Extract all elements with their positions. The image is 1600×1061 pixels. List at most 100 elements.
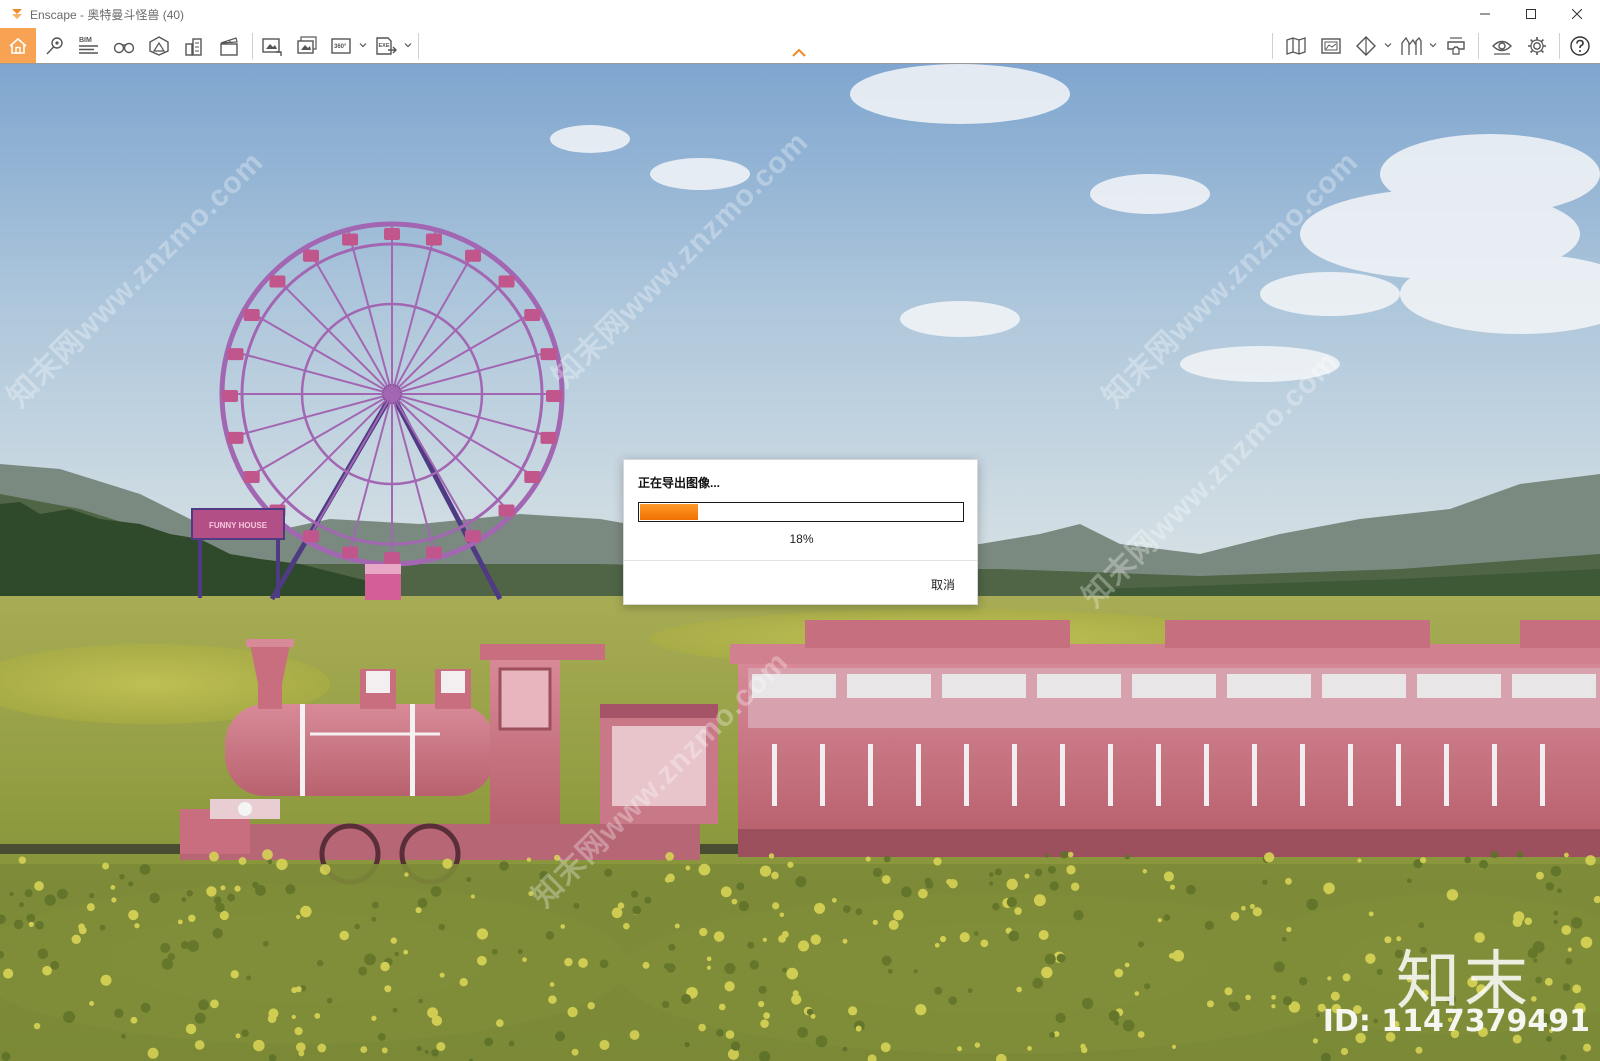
sketch-button[interactable] bbox=[1397, 32, 1425, 60]
flower-bloom bbox=[549, 982, 555, 987]
flower-bloom bbox=[1024, 873, 1030, 879]
screenshot-button[interactable] bbox=[258, 32, 286, 60]
flower-bloom bbox=[685, 865, 691, 871]
flower-bloom bbox=[415, 907, 422, 914]
flower-bloom bbox=[848, 1006, 858, 1016]
flower-bloom bbox=[644, 896, 652, 904]
flower-bloom bbox=[1306, 898, 1318, 911]
flower-bloom bbox=[360, 1046, 368, 1054]
flower-bloom bbox=[994, 868, 1003, 876]
flower-bloom bbox=[1273, 961, 1285, 973]
flower-bloom bbox=[883, 855, 891, 863]
flower-bloom bbox=[246, 975, 252, 981]
car-post bbox=[1108, 744, 1113, 806]
car-post bbox=[1444, 744, 1449, 806]
flower-bloom bbox=[1564, 852, 1569, 858]
settings-gear-icon bbox=[1528, 37, 1546, 55]
car-awning bbox=[1512, 674, 1596, 698]
flower-bloom bbox=[842, 938, 848, 944]
flower-bloom bbox=[466, 877, 472, 883]
flower-bloom bbox=[974, 1042, 981, 1048]
flower-bloom bbox=[1262, 879, 1268, 885]
ferris-wheel-gondola bbox=[546, 390, 562, 402]
flower-bloom bbox=[160, 942, 171, 953]
ferris-wheel-gondola bbox=[465, 249, 481, 262]
toolbar-separator bbox=[1559, 33, 1560, 59]
view-mode-button[interactable] bbox=[1352, 32, 1380, 60]
panorama-dropdown-icon[interactable] bbox=[359, 41, 367, 49]
flower-bloom bbox=[1282, 996, 1293, 1006]
flower-bloom bbox=[1034, 868, 1043, 877]
flower-bloom bbox=[470, 894, 475, 899]
flower-bloom bbox=[842, 905, 851, 914]
map-button[interactable] bbox=[1282, 32, 1310, 60]
maximize-icon bbox=[1526, 9, 1536, 19]
flower-bloom bbox=[185, 1023, 197, 1035]
location-button[interactable] bbox=[41, 32, 69, 60]
flower-bloom bbox=[795, 876, 807, 888]
flower-bloom bbox=[665, 852, 674, 861]
screenshot-icon bbox=[262, 38, 282, 56]
flower-bloom bbox=[567, 1006, 578, 1018]
batch-render-button[interactable] bbox=[293, 32, 321, 60]
flower-bloom bbox=[139, 864, 151, 875]
flower-bloom bbox=[403, 949, 409, 955]
flower-bloom bbox=[1312, 1038, 1319, 1044]
bim-button[interactable]: BIM bbox=[75, 32, 103, 60]
home-button[interactable] bbox=[0, 28, 36, 63]
flower-bloom bbox=[1241, 905, 1246, 911]
flower-bloom bbox=[3, 968, 14, 979]
flower-bloom bbox=[1580, 936, 1593, 949]
flower-bloom bbox=[699, 927, 708, 937]
video-editor-icon bbox=[220, 37, 238, 56]
flower-bloom bbox=[254, 884, 266, 896]
video-editor-button[interactable] bbox=[215, 32, 243, 60]
flower-bloom bbox=[1340, 1047, 1349, 1056]
flower-bloom bbox=[1562, 983, 1571, 991]
maximize-button[interactable] bbox=[1508, 0, 1554, 28]
flower-bloom bbox=[180, 941, 190, 950]
flower-bloom bbox=[872, 919, 878, 926]
flower-bloom bbox=[1044, 953, 1056, 965]
flower-bloom bbox=[1512, 917, 1523, 928]
flower-bloom bbox=[102, 862, 110, 870]
vr-headset-button[interactable] bbox=[1442, 32, 1470, 60]
sketch-dropdown-icon[interactable] bbox=[1429, 41, 1437, 49]
minimize-button[interactable] bbox=[1462, 0, 1508, 28]
flower-bloom bbox=[1171, 1044, 1177, 1049]
close-button[interactable] bbox=[1554, 0, 1600, 28]
flower-bloom bbox=[295, 986, 302, 993]
collapse-toolbar-icon[interactable] bbox=[792, 48, 806, 58]
flower-bloom bbox=[114, 1008, 124, 1018]
flower-bloom bbox=[208, 851, 219, 862]
car-post bbox=[916, 744, 921, 806]
asset-library-button[interactable] bbox=[145, 32, 173, 60]
flower-bloom bbox=[1357, 858, 1362, 863]
binoculars-button[interactable] bbox=[110, 32, 138, 60]
flower-bloom bbox=[1556, 888, 1562, 894]
visual-settings-button[interactable] bbox=[1488, 32, 1516, 60]
panorama-button[interactable]: 360° bbox=[328, 32, 356, 60]
flower-bloom bbox=[194, 1012, 206, 1024]
flower-bloom bbox=[78, 923, 85, 931]
flower-bloom bbox=[181, 897, 187, 903]
flower-bloom bbox=[1545, 882, 1555, 891]
export-exe-icon: EXE bbox=[376, 37, 397, 55]
cancel-button[interactable]: 取消 bbox=[931, 576, 955, 593]
export-exe-button[interactable]: EXE bbox=[372, 32, 400, 60]
flower-bloom bbox=[1006, 897, 1017, 908]
flower-bloom bbox=[381, 1047, 388, 1054]
flower-bloom bbox=[880, 1042, 891, 1053]
flower-bloom bbox=[1041, 966, 1053, 979]
export-dropdown-icon[interactable] bbox=[404, 41, 412, 49]
view-mode-dropdown-icon[interactable] bbox=[1384, 41, 1392, 49]
car-post bbox=[772, 744, 777, 806]
buildings-button[interactable] bbox=[180, 32, 208, 60]
car-post bbox=[1396, 744, 1401, 806]
atmosphere-button[interactable] bbox=[1317, 32, 1345, 60]
settings-button[interactable] bbox=[1523, 32, 1551, 60]
help-button[interactable] bbox=[1566, 32, 1594, 60]
flower-bloom bbox=[881, 875, 891, 884]
flower-bloom bbox=[86, 903, 95, 912]
flower-bloom bbox=[291, 1014, 296, 1020]
